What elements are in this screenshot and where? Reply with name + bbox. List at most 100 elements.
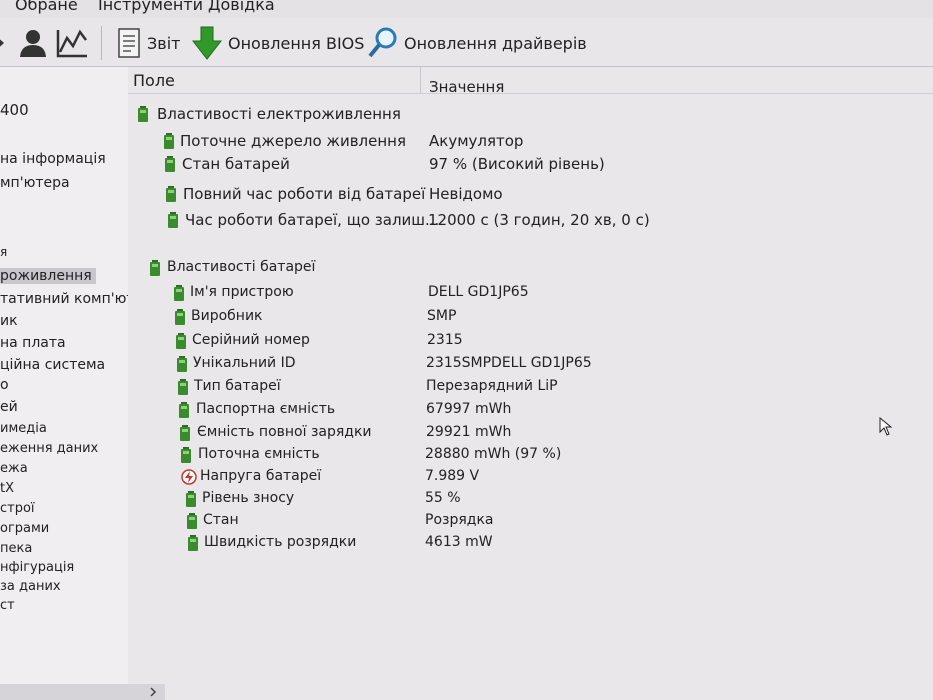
- field-label: Стан батарей: [182, 155, 290, 173]
- sidebar-item[interactable]: ик: [0, 313, 18, 329]
- menu-favorites[interactable]: Обране: [15, 0, 78, 13]
- table-row[interactable]: Повний час роботи від батареї Невідомо: [128, 183, 933, 205]
- field-value: 7.989 V: [425, 468, 480, 484]
- chevron-right-icon[interactable]: [148, 687, 158, 697]
- column-separator[interactable]: [420, 67, 421, 93]
- battery-icon: [188, 535, 198, 551]
- field-value: 2315: [427, 332, 463, 348]
- table-row[interactable]: Напруга батареї 7.989 V: [128, 466, 933, 488]
- column-header-field[interactable]: Поле: [133, 71, 175, 90]
- field-label: Властивості електроживлення: [157, 105, 401, 123]
- sidebar-item[interactable]: строї: [0, 501, 35, 516]
- toolbar: Звіт Оновлення BIOS Оновлення драйверів: [0, 18, 933, 67]
- table-row[interactable]: Тип батареї Перезарядний LiP: [128, 376, 933, 398]
- menu-help[interactable]: Довідка: [208, 0, 275, 13]
- battery-icon: [174, 285, 184, 301]
- sidebar-item[interactable]: на плата: [0, 335, 66, 351]
- table-row[interactable]: Унікальний ID 2315SMPDELL GD1JP65: [128, 353, 933, 375]
- battery-icon: [164, 133, 174, 149]
- table-row[interactable]: Поточна ємність 28880 mWh (97 %): [128, 444, 933, 466]
- sidebar-item[interactable]: за даних: [0, 579, 61, 594]
- table-row[interactable]: Серійний номер 2315: [128, 330, 933, 352]
- table-row[interactable]: Поточне джерело живлення Акумулятор: [128, 130, 933, 152]
- battery-icon: [177, 356, 187, 372]
- sidebar-item[interactable]: 400: [0, 101, 29, 119]
- sidebar-item[interactable]: ограми: [0, 521, 49, 536]
- mouse-cursor-icon: [879, 417, 893, 436]
- sidebar-item[interactable]: ей: [0, 399, 18, 415]
- header-divider: [128, 93, 933, 94]
- sidebar-tree: 400 на інформація мп'ютера я роживлення …: [0, 67, 141, 700]
- sidebar-item[interactable]: тативний комп'юте: [0, 291, 140, 307]
- field-label: Ім'я пристрою: [190, 284, 294, 300]
- sidebar-item[interactable]: нфігурація: [0, 560, 74, 575]
- field-value: 2315SMPDELL GD1JP65: [426, 355, 592, 371]
- table-row[interactable]: Паспортна ємність 67997 mWh: [128, 399, 933, 421]
- sidebar-item[interactable]: на інформація: [0, 151, 106, 167]
- sidebar-item[interactable]: ст: [0, 598, 15, 613]
- field-label: Властивості батареї: [167, 259, 316, 275]
- field-label: Швидкість розрядки: [204, 534, 357, 550]
- sidebar-item[interactable]: имедіа: [0, 421, 47, 436]
- back-icon: [0, 39, 4, 47]
- driver-update-label: Оновлення драйверів: [404, 33, 587, 53]
- group-header-power-properties[interactable]: Властивості електроживлення: [128, 103, 933, 125]
- sidebar-item[interactable]: tX: [0, 481, 14, 496]
- sidebar-item[interactable]: еження даних: [0, 441, 98, 456]
- bios-update-button[interactable]: Оновлення BIOS: [192, 24, 364, 62]
- battery-icon: [165, 156, 175, 172]
- report-icon: [118, 28, 140, 58]
- field-label: Паспортна ємність: [196, 401, 336, 417]
- sidebar-item[interactable]: ційна система: [0, 357, 105, 373]
- field-label: Поточна ємність: [198, 446, 320, 462]
- field-value: DELL GD1JP65: [428, 284, 529, 300]
- bios-update-label: Оновлення BIOS: [228, 33, 365, 53]
- field-value: 55 %: [425, 490, 461, 506]
- report-button[interactable]: Звіт: [117, 24, 180, 62]
- battery-icon: [168, 212, 178, 228]
- sidebar-item[interactable]: я: [0, 245, 7, 259]
- table-row[interactable]: Стан Розрядка: [128, 510, 933, 532]
- field-label: Серійний номер: [192, 332, 310, 348]
- field-label: Виробник: [191, 308, 263, 324]
- battery-icon: [166, 186, 176, 202]
- table-row[interactable]: Стан батарей 97 % (Високий рівень): [128, 153, 933, 175]
- user-button[interactable]: [0, 24, 6, 62]
- driver-update-button[interactable]: Оновлення драйверів: [368, 24, 587, 62]
- field-value: 67997 mWh: [426, 401, 512, 417]
- sidebar-item[interactable]: мп'ютера: [0, 175, 70, 191]
- field-label: Ємність повної зарядки: [197, 424, 372, 440]
- menu-tools[interactable]: Інструменти: [98, 0, 203, 13]
- battery-icon: [186, 491, 196, 507]
- battery-icon: [138, 106, 148, 122]
- sidebar-item-power[interactable]: роживлення: [0, 268, 96, 284]
- field-value: Невідомо: [429, 185, 503, 203]
- field-value: 29921 mWh: [426, 424, 512, 440]
- battery-icon: [178, 379, 188, 395]
- battery-icon: [179, 402, 189, 418]
- field-value: SMP: [427, 308, 457, 324]
- field-value: Акумулятор: [429, 132, 524, 150]
- sidebar-item[interactable]: ежа: [0, 461, 28, 476]
- table-row[interactable]: Рівень зносу 55 %: [128, 488, 933, 510]
- table-row[interactable]: Швидкість розрядки 4613 mW: [128, 532, 933, 554]
- sidebar-item[interactable]: пека: [0, 541, 32, 556]
- group-header-battery-properties[interactable]: Властивості батареї: [128, 257, 933, 279]
- field-label: Час роботи батареї, що залиш...: [185, 211, 440, 229]
- table-row[interactable]: Ім'я пристрою DELL GD1JP65: [128, 282, 933, 304]
- horizontal-scrollbar[interactable]: [0, 684, 165, 700]
- details-panel: Поле Значення Властивості електроживленн…: [128, 67, 933, 700]
- field-value: 97 % (Високий рівень): [429, 155, 605, 173]
- user-icon-button[interactable]: [18, 24, 48, 62]
- field-value: 4613 mW: [425, 534, 493, 550]
- battery-icon: [180, 425, 190, 441]
- battery-icon: [175, 309, 185, 325]
- battery-icon: [181, 447, 191, 463]
- table-row[interactable]: Ємність повної зарядки 29921 mWh: [128, 422, 933, 444]
- benchmark-button[interactable]: [56, 24, 88, 62]
- field-value: Перезарядний LiP: [426, 378, 558, 394]
- table-row[interactable]: Час роботи батареї, що залиш... 12000 с …: [128, 209, 933, 231]
- table-row[interactable]: Виробник SMP: [128, 306, 933, 328]
- sidebar-item[interactable]: о: [0, 377, 9, 393]
- field-value: 12000 с (3 годин, 20 хв, 0 с): [428, 211, 650, 229]
